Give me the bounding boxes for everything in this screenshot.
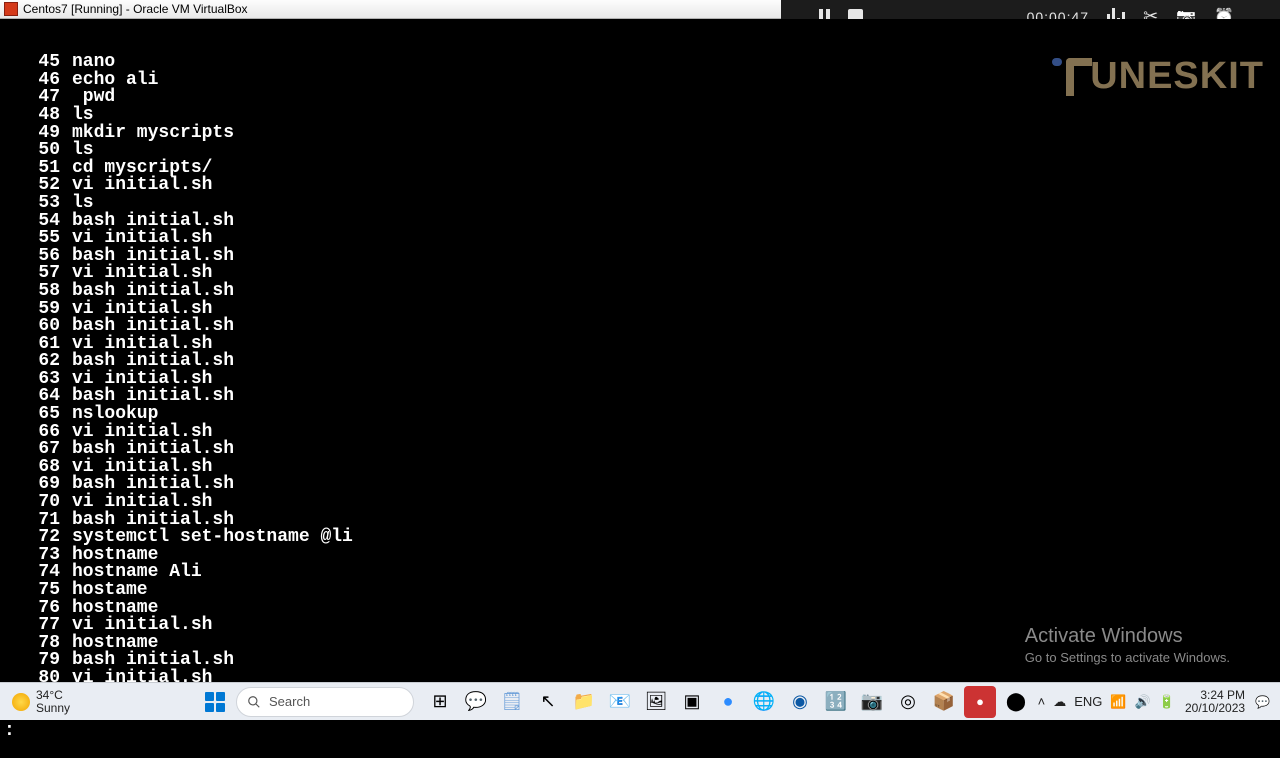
history-number: 63 (2, 371, 72, 389)
tray-chevron-icon[interactable]: ˄ (1038, 694, 1046, 709)
history-line: 48ls (2, 107, 1280, 125)
search-box[interactable]: Search (236, 687, 414, 717)
history-number: 78 (2, 635, 72, 653)
virtualbox-titlebar: Centos7 [Running] - Oracle VM VirtualBox (0, 0, 781, 19)
history-line: 52vi initial.sh (2, 177, 1280, 195)
history-number: 62 (2, 353, 72, 371)
terminal-prompt: : (2, 723, 1280, 741)
app-icon[interactable]: ◎ (892, 686, 924, 718)
sun-icon (12, 693, 30, 711)
history-command: bash initial.sh (72, 283, 234, 301)
virtualbox-app-icon[interactable]: 📦 (928, 686, 960, 718)
history-line: 49mkdir myscripts (2, 125, 1280, 143)
history-number: 66 (2, 424, 72, 442)
language-icon[interactable]: ENG (1074, 694, 1102, 709)
history-line: 53ls (2, 195, 1280, 213)
onedrive-icon[interactable]: ☁ (1053, 694, 1066, 710)
history-number: 61 (2, 336, 72, 354)
history-number: 58 (2, 283, 72, 301)
terminal-viewport[interactable]: 45nano46echo ali47 pwd48ls49mkdir myscri… (0, 19, 1280, 682)
history-number: 51 (2, 160, 72, 178)
task-view-icon[interactable]: ⊞ (424, 686, 456, 718)
history-number: 72 (2, 529, 72, 547)
chrome-icon[interactable]: 🌐 (748, 686, 780, 718)
history-command: ls (72, 107, 94, 125)
history-line: 72systemctl set-hostname @li (2, 529, 1280, 547)
obs-icon[interactable]: ⬤ (1000, 686, 1032, 718)
zoom-icon[interactable]: ● (712, 686, 744, 718)
activate-windows-watermark: Activate Windows Go to Settings to activ… (1025, 625, 1230, 665)
wifi-icon[interactable]: 📶 (1110, 694, 1126, 710)
history-number: 69 (2, 476, 72, 494)
history-number: 53 (2, 195, 72, 213)
tuneskit-logo-icon (1066, 58, 1092, 96)
history-command: vi initial.sh (72, 494, 212, 512)
chat-icon[interactable]: 💬 (460, 686, 492, 718)
history-number: 73 (2, 547, 72, 565)
history-number: 48 (2, 107, 72, 125)
start-button[interactable] (200, 687, 230, 717)
taskbar-clock[interactable]: 3:24 PM 20/10/2023 (1185, 689, 1245, 715)
virtualbox-icon (4, 2, 18, 16)
history-number: 64 (2, 388, 72, 406)
history-number: 65 (2, 406, 72, 424)
volume-icon[interactable]: 🔊 (1135, 694, 1151, 710)
history-number: 77 (2, 617, 72, 635)
notifications-icon[interactable]: 💬 (1255, 695, 1270, 709)
history-number: 60 (2, 318, 72, 336)
history-number: 49 (2, 125, 72, 143)
history-command: mkdir myscripts (72, 125, 234, 143)
terminal-icon[interactable]: ▣ (676, 686, 708, 718)
history-number: 68 (2, 459, 72, 477)
history-number: 45 (2, 54, 72, 72)
system-tray: ˄ ☁ ENG 📶 🔊 🔋 3:24 PM 20/10/2023 💬 (1038, 689, 1280, 715)
history-number: 55 (2, 230, 72, 248)
weather-widget[interactable]: 34°C Sunny (0, 689, 200, 715)
notes-icon[interactable]: 🗒 (496, 686, 528, 718)
taskbar-center: Search ⊞ 💬 🗒 ↖ 📁 📧 🖼 ▣ ● 🌐 ◉ 🔢 📷 ◎ 📦 ● ⬤ (200, 686, 1032, 718)
history-line: 74hostname Ali (2, 564, 1280, 582)
history-number: 67 (2, 441, 72, 459)
calculator-icon[interactable]: 🔢 (820, 686, 852, 718)
history-number: 59 (2, 301, 72, 319)
history-number: 57 (2, 265, 72, 283)
history-number: 76 (2, 600, 72, 618)
mail-icon[interactable]: 📧 (604, 686, 636, 718)
history-number: 50 (2, 142, 72, 160)
recorder-app-icon[interactable]: ● (964, 686, 996, 718)
history-line: 75hostame (2, 582, 1280, 600)
window-title: Centos7 [Running] - Oracle VM VirtualBox (23, 2, 248, 16)
history-number: 74 (2, 564, 72, 582)
battery-icon[interactable]: 🔋 (1159, 694, 1175, 710)
history-number: 75 (2, 582, 72, 600)
search-icon (247, 695, 261, 709)
history-number: 56 (2, 248, 72, 266)
history-command: ls (72, 195, 94, 213)
history-line: 70vi initial.sh (2, 494, 1280, 512)
history-line: 64bash initial.sh (2, 388, 1280, 406)
windows-taskbar: 34°C Sunny Search ⊞ 💬 🗒 ↖ 📁 📧 🖼 ▣ ● 🌐 ◉ … (0, 682, 1280, 720)
history-number: 71 (2, 512, 72, 530)
camera-app-icon[interactable]: 📷 (856, 686, 888, 718)
history-line: 58bash initial.sh (2, 283, 1280, 301)
edge-icon[interactable]: ◉ (784, 686, 816, 718)
photos-icon[interactable]: 🖼 (640, 686, 672, 718)
history-number: 79 (2, 652, 72, 670)
history-number: 70 (2, 494, 72, 512)
file-explorer-icon[interactable]: 📁 (568, 686, 600, 718)
cursor-icon[interactable]: ↖ (532, 686, 564, 718)
history-number: 47 (2, 89, 72, 107)
history-number: 46 (2, 72, 72, 90)
history-command: hostame (72, 582, 148, 600)
tuneskit-watermark: UNESKIT (1066, 55, 1264, 98)
history-number: 54 (2, 213, 72, 231)
history-number: 52 (2, 177, 72, 195)
